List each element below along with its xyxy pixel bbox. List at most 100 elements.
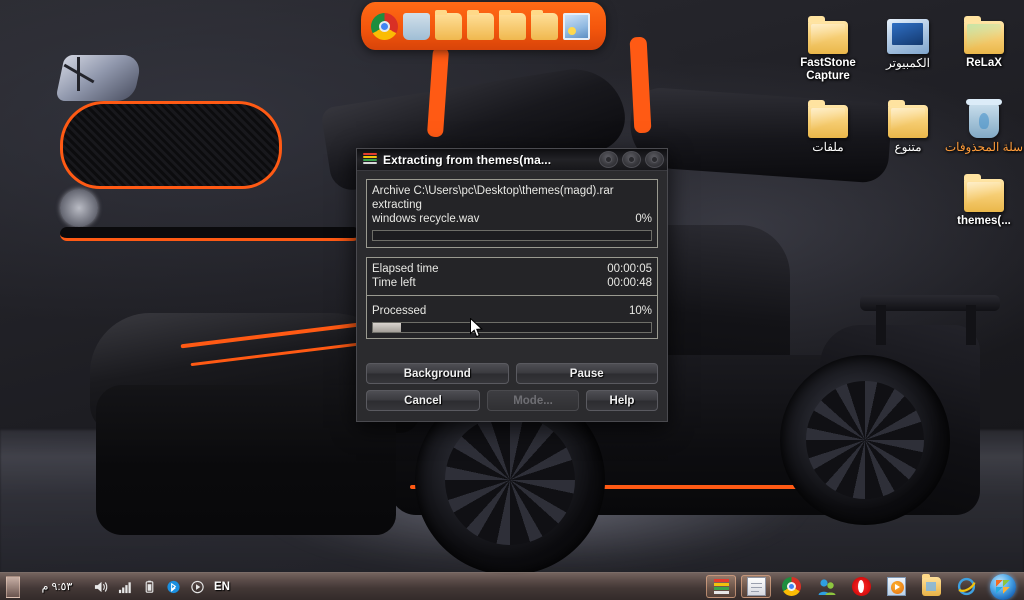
taskbar-opera-task[interactable] [846,575,876,598]
desktop-icon-label: متنوع [894,140,922,154]
desktop-icon-relax[interactable]: ReLaX [940,8,1024,70]
dialog-button-row-1: Background Pause [366,363,658,384]
operation-row: extracting [372,198,652,212]
car-front-bumper [96,385,396,535]
elapsed-time-value: 00:00:05 [607,263,652,275]
file-progress-bar [372,230,652,241]
taskbar-explorer-task[interactable] [916,574,946,598]
current-file-percent: 0% [635,213,652,225]
car-front-splitter [60,227,360,241]
start-orb[interactable] [986,573,1020,600]
processed-label: Processed [372,305,427,317]
help-button[interactable]: Help [586,390,658,411]
mouse-cursor [470,318,483,338]
window-controls[interactable] [599,151,664,168]
media-play-icon[interactable] [190,580,205,594]
folder-icon [784,8,872,54]
time-left-row: Time left 00:00:48 [372,276,652,290]
show-desktop-button[interactable] [6,575,20,598]
desktop-icon-recycle-bin[interactable]: سلة المحذوفات [940,92,1024,154]
winrar-extract-dialog[interactable]: Extracting from themes(ma... Archive C:\… [356,148,668,422]
operation-label: extracting [372,199,422,211]
dock-pictures-icon[interactable] [563,12,590,40]
minimize-icon[interactable] [599,151,618,168]
processed-section: Processed 10% [367,296,657,338]
desktop-icon-label: سلة المحذوفات [944,140,1024,154]
chrome-icon [781,577,801,596]
pause-button[interactable]: Pause [515,363,658,384]
taskbar-clock[interactable]: ٩:٥٣ م [29,580,85,593]
media-player-icon [886,577,906,596]
background-button[interactable]: Background [366,363,509,384]
dock-recycle-bin-icon[interactable] [403,12,430,40]
car-wing-stand-right [966,305,976,345]
messenger-icon [818,579,835,595]
taskbar-task-buttons[interactable] [706,573,1024,600]
language-indicator[interactable]: EN [214,581,230,593]
dialog-button-row-2: Cancel Mode... Help [366,390,658,411]
taskbar[interactable]: ٩:٥٣ م EN [0,572,1024,600]
folder-explorer-icon [921,574,941,596]
dialog-title: Extracting from themes(ma... [383,152,552,167]
desktop-icon-label: ReLaX [966,57,1002,69]
system-tray[interactable]: ٩:٥٣ م EN [0,575,230,598]
desktop-icon-misc[interactable]: متنوع [864,92,952,154]
processed-progress-bar [372,322,652,333]
desktop-icon-label: ملفات [812,140,844,154]
taskbar-notepad-task[interactable] [741,575,771,598]
elapsed-time-label: Elapsed time [372,263,439,275]
folder-icon [940,8,1024,54]
mode-button: Mode... [487,390,579,411]
internet-explorer-icon [957,577,976,596]
processed-percent: 10% [628,305,652,317]
time-section: Elapsed time 00:00:05 Time left 00:00:48 [367,258,657,295]
dock-folder-2-icon[interactable] [467,9,494,40]
taskbar-winrar-task[interactable] [706,575,736,598]
top-dock[interactable] [361,2,606,50]
desktop-icon-computer[interactable]: الكمبيوتر [864,8,952,70]
car-wing-stand-left [876,305,886,345]
dock-folder-3-icon[interactable] [499,9,526,40]
desktop-icon-label: themes(... [957,215,1011,227]
dock-folder-1-icon[interactable] [435,9,462,40]
dock-folder-4-icon[interactable] [531,9,558,40]
recycle-bin-icon [940,92,1024,138]
car-rear-wheel-hub [806,381,924,499]
car-door-prop-right [629,36,652,134]
taskbar-chrome-task[interactable] [776,575,806,598]
mercedes-star-icon [60,189,98,227]
winrar-icon [363,153,377,166]
archive-path-row: Archive C:\Users\pc\Desktop\themes(magd)… [372,184,652,198]
dialog-title-bar[interactable]: Extracting from themes(ma... [357,149,667,171]
opera-icon [851,577,871,596]
dialog-buttons: Background Pause Cancel Mode... Help [366,363,658,417]
winrar-icon [712,577,731,596]
desktop-icon-themes-archive[interactable]: themes(... [940,166,1024,228]
folder-icon [784,92,872,138]
notepad-icon [746,577,766,596]
taskbar-media-player-task[interactable] [881,575,911,598]
battery-icon[interactable] [142,580,157,594]
car-headlight [55,55,143,101]
processed-progress-fill [373,323,401,332]
desktop-icon-label: الكمبيوتر [886,56,930,70]
computer-icon [864,8,952,54]
folder-icon [864,92,952,138]
desktop-icon-label: FastStone Capture [800,57,856,82]
cancel-button[interactable]: Cancel [366,390,480,411]
windows-orb-icon [990,573,1016,600]
desktop-icon-faststone-capture[interactable]: FastStone Capture [784,8,872,83]
elapsed-time-row: Elapsed time 00:00:05 [372,262,652,276]
maximize-icon[interactable] [622,151,641,168]
desktop-icon-files[interactable]: ملفات [784,92,872,154]
current-file-name: windows recycle.wav [372,213,480,225]
bluetooth-icon[interactable] [166,580,181,594]
archive-path: Archive C:\Users\pc\Desktop\themes(magd)… [372,185,614,197]
volume-icon[interactable] [94,580,109,594]
taskbar-ie-task[interactable] [951,575,981,598]
car-front-wheel-hub [445,415,575,545]
taskbar-messenger-task[interactable] [811,575,841,598]
close-icon[interactable] [645,151,664,168]
network-signal-icon[interactable] [118,580,133,594]
dock-chrome-icon[interactable] [371,12,398,40]
